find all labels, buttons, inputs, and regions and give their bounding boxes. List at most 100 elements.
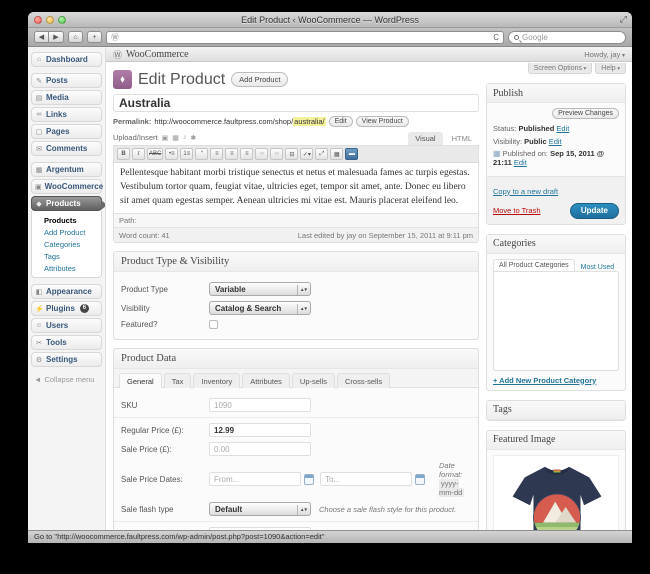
most-used-tab[interactable]: Most Used xyxy=(581,264,614,271)
add-image-icon[interactable]: ▣ xyxy=(162,134,169,142)
last-edited: Last edited by jay on September 15, 2011… xyxy=(297,230,473,240)
visual-tab[interactable]: Visual xyxy=(408,132,443,145)
align-left-icon[interactable]: ≡ xyxy=(210,148,224,160)
copy-draft-link[interactable]: Copy to a new draft xyxy=(493,187,558,196)
editor-content[interactable]: Pellentesque habitant morbi tristique se… xyxy=(114,163,478,213)
blockquote-icon[interactable]: “ xyxy=(195,148,209,160)
sidebar-item-settings[interactable]: ⚙ Settings xyxy=(31,352,102,367)
submenu-attributes[interactable]: Attributes xyxy=(44,262,101,274)
align-right-icon[interactable]: ≡ xyxy=(240,148,254,160)
sku-input[interactable] xyxy=(209,398,311,412)
add-video-icon[interactable]: ▦ xyxy=(172,134,179,142)
screen-options-tab[interactable]: Screen Options xyxy=(527,63,593,74)
calendar-icon[interactable] xyxy=(304,473,314,485)
sidebar-item-woocommerce[interactable]: ▣ WooCommerce xyxy=(31,179,103,194)
collapse-menu-button[interactable]: ◄ Collapse menu xyxy=(28,371,105,388)
regular-price-input[interactable] xyxy=(209,423,311,437)
featured-image[interactable]: AUSTRALIA xyxy=(493,454,619,530)
publish-title[interactable]: Publish xyxy=(487,84,625,103)
strikethrough-icon[interactable]: ABC xyxy=(147,148,164,160)
add-new-category-link[interactable]: + Add New Product Category xyxy=(493,376,596,385)
spellcheck-icon[interactable]: ✓▾ xyxy=(300,148,314,160)
tab-general[interactable]: General xyxy=(119,373,162,388)
view-product-button[interactable]: View Product xyxy=(355,116,409,127)
resize-icon[interactable]: ⤢ xyxy=(620,14,627,25)
align-center-icon[interactable]: ≡ xyxy=(225,148,239,160)
help-tab[interactable]: Help xyxy=(595,63,626,74)
sidebar-item-users[interactable]: ☺ Users xyxy=(31,318,102,333)
sidebar-item-dashboard[interactable]: ⌂ Dashboard xyxy=(31,52,102,67)
sidebar-item-media[interactable]: ▤ Media xyxy=(31,90,102,105)
sidebar-item-comments[interactable]: ✉ Comments xyxy=(31,141,102,156)
sidebar-item-appearance[interactable]: ◧ Appearance xyxy=(31,284,102,299)
categories-title[interactable]: Categories xyxy=(487,234,625,254)
preview-changes-button[interactable]: Preview Changes xyxy=(552,108,619,119)
reload-icon[interactable]: C xyxy=(493,33,499,42)
category-list[interactable] xyxy=(493,270,619,371)
link-icon[interactable]: ∞ xyxy=(255,148,269,160)
tab-crosssells[interactable]: Cross-sells xyxy=(337,373,391,388)
back-button[interactable]: ◀ xyxy=(34,31,49,43)
html-tab[interactable]: HTML xyxy=(445,132,479,145)
sidebar-item-argentum[interactable]: ▦ Argentum xyxy=(31,162,102,177)
featured-checkbox[interactable] xyxy=(209,320,218,329)
sale-price-input[interactable] xyxy=(209,442,311,456)
edit-visibility-link[interactable]: Edit xyxy=(549,137,562,146)
bold-icon[interactable]: B xyxy=(117,148,130,160)
tab-attributes[interactable]: Attributes xyxy=(242,373,290,388)
visibility-select[interactable]: Catalog & Search xyxy=(209,301,311,315)
kitchen-sink-icon[interactable]: ▦ xyxy=(330,148,344,160)
bullet-list-icon[interactable]: •≡ xyxy=(165,148,179,160)
address-bar[interactable]: Ⓦ C xyxy=(106,30,504,44)
italic-icon[interactable]: I xyxy=(132,148,145,160)
tags-title[interactable]: Tags xyxy=(487,400,625,420)
products-icon: ◆ xyxy=(36,200,42,208)
search-field[interactable]: Google xyxy=(508,30,626,44)
add-media-icon[interactable]: ✱ xyxy=(190,134,196,142)
calendar-icon[interactable] xyxy=(415,473,425,485)
ptv-title[interactable]: Product Type & Visibility xyxy=(114,252,478,272)
product-data-title[interactable]: Product Data xyxy=(114,349,478,369)
submenu-tags[interactable]: Tags xyxy=(44,250,101,262)
numbered-list-icon[interactable]: 1≡ xyxy=(180,148,194,160)
tab-inventory[interactable]: Inventory xyxy=(193,373,241,388)
tab-tax[interactable]: Tax xyxy=(163,373,192,388)
all-categories-tab[interactable]: All Product Categories xyxy=(493,258,575,271)
product-type-select[interactable]: Variable xyxy=(209,282,311,296)
sidebar-item-links[interactable]: ∞ Links xyxy=(31,107,102,122)
site-favicon: Ⓦ xyxy=(111,32,119,42)
sidebar-item-products[interactable]: ◆ Products xyxy=(31,196,105,211)
fullscreen-icon[interactable]: ⤢ xyxy=(315,148,329,160)
edit-status-link[interactable]: Edit xyxy=(556,124,569,133)
woo-shortcodes-icon[interactable]: ▬ xyxy=(345,148,359,160)
forward-button[interactable]: ▶ xyxy=(49,31,64,43)
submenu-add-product[interactable]: Add Product xyxy=(44,226,101,238)
edit-published-link[interactable]: Edit xyxy=(514,158,527,167)
add-audio-icon[interactable]: ♪ xyxy=(183,134,187,141)
product-title-input[interactable] xyxy=(113,94,479,112)
published-calendar-icon: ▦ xyxy=(493,149,501,158)
window-titlebar[interactable]: Edit Product ‹ WooCommerce — WordPress ⤢ xyxy=(28,12,632,28)
new-tab-button[interactable]: + xyxy=(87,31,102,43)
submenu-products[interactable]: Products xyxy=(44,214,101,226)
sidebar-item-tools[interactable]: ✂ Tools xyxy=(31,335,102,350)
sale-flash-select[interactable]: Default xyxy=(209,502,311,516)
home-button[interactable]: ⌂ xyxy=(68,31,83,43)
update-button[interactable]: Update xyxy=(569,202,619,219)
edit-permalink-button[interactable]: Edit xyxy=(328,116,353,127)
sidebar-item-posts[interactable]: ✎ Posts xyxy=(31,73,102,88)
tab-upsells[interactable]: Up-sells xyxy=(291,373,335,388)
featured-image-title[interactable]: Featured Image xyxy=(487,430,625,450)
add-product-button[interactable]: Add Product xyxy=(231,72,289,87)
howdy-menu[interactable]: Howdy, jay xyxy=(584,50,625,59)
sale-from-input[interactable] xyxy=(209,472,301,486)
weight-input[interactable] xyxy=(209,527,311,530)
sidebar-item-plugins[interactable]: ⚡ Plugins 6 xyxy=(31,301,102,316)
site-name[interactable]: Ⓦ WooCommerce xyxy=(113,48,189,61)
unlink-icon[interactable]: ∞ xyxy=(270,148,284,160)
move-to-trash-link[interactable]: Move to Trash xyxy=(493,206,541,215)
sidebar-item-pages[interactable]: ▢ Pages xyxy=(31,124,102,139)
more-tag-icon[interactable]: ⊟ xyxy=(285,148,299,160)
sale-to-input[interactable] xyxy=(320,472,412,486)
submenu-categories[interactable]: Categories xyxy=(44,238,101,250)
